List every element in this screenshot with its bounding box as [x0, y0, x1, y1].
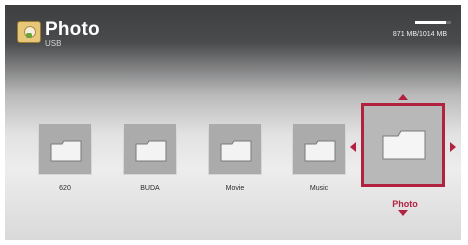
folder-buda[interactable]	[123, 123, 177, 175]
folder-icon	[135, 140, 167, 162]
page-title: Photo	[45, 19, 100, 40]
media-browser-screen: Photo USB 871 MB/1014 MB 620 BUDA Movie …	[5, 5, 461, 240]
nav-left-arrow-icon[interactable]	[350, 142, 356, 152]
folder-icon	[304, 140, 336, 162]
folder-620[interactable]	[38, 123, 92, 175]
photo-icon	[17, 21, 41, 43]
folder-label: 620	[59, 185, 71, 192]
nav-up-arrow-icon[interactable]	[398, 94, 408, 100]
folder-label: Movie	[225, 185, 245, 192]
folder-movie[interactable]	[208, 123, 262, 175]
capacity-fill	[415, 21, 446, 24]
folder-label: Music	[309, 185, 329, 192]
nav-right-arrow-icon[interactable]	[450, 142, 456, 152]
folder-icon	[382, 130, 426, 160]
capacity-text: 871 MB/1014 MB	[392, 31, 447, 38]
folder-icon	[50, 140, 82, 162]
device-label: USB	[45, 39, 62, 48]
nav-down-arrow-icon[interactable]	[398, 210, 408, 216]
folder-photo-selected[interactable]	[361, 103, 445, 187]
folder-label: BUDA	[140, 185, 160, 192]
leaf-icon	[26, 33, 32, 38]
capacity-bar	[415, 21, 451, 24]
selected-folder-label: Photo	[392, 199, 418, 209]
folder-music[interactable]	[292, 123, 346, 175]
folder-icon	[220, 140, 252, 162]
